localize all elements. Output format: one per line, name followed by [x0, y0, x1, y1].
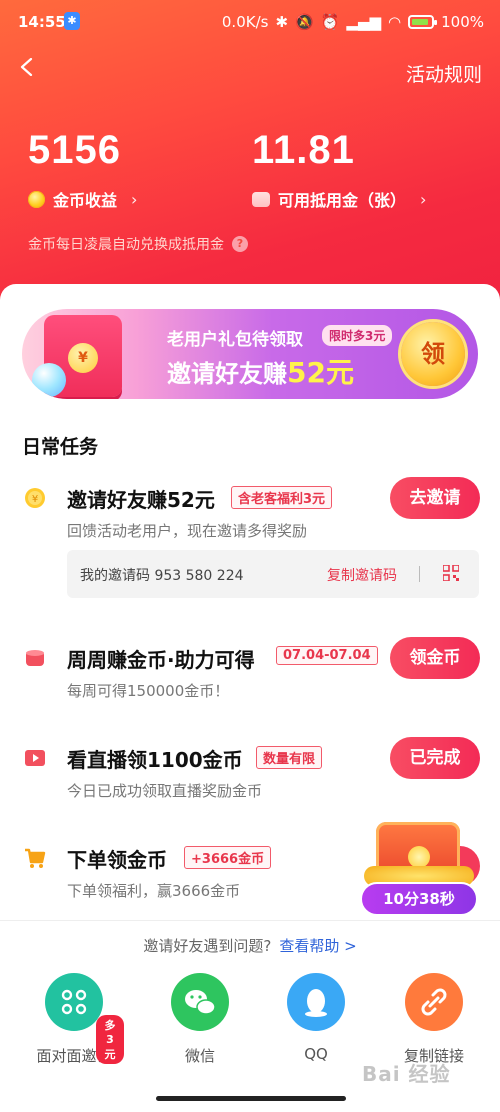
wechat-icon — [171, 973, 229, 1031]
help-question-icon[interactable]: ? — [232, 236, 248, 252]
completed-button[interactable]: 已完成 — [390, 737, 480, 779]
status-time: 14:55 — [18, 13, 66, 31]
alarm-icon: ⏰ — [320, 13, 340, 31]
exchange-note-text: 金币每日凌晨自动兑换成抵用金 — [28, 237, 224, 253]
task-tag: 含老客福利3元 — [231, 486, 333, 509]
coins-value: 5156 — [28, 128, 121, 172]
countdown-timer: 10分38秒 — [360, 882, 478, 916]
coin-icon — [28, 190, 45, 208]
status-bar: 14:55 ✱ 0.0K/s ✱ 🔕 ⏰ ▂▄▆ ◠ 100% — [0, 0, 500, 44]
task-desc: 每周可得150000金币！ — [67, 682, 230, 700]
claim-button[interactable]: 领 — [401, 322, 465, 386]
play-video-icon — [25, 750, 45, 766]
qr-code-icon[interactable] — [443, 565, 459, 581]
share-wechat[interactable]: 微信 — [150, 973, 250, 1066]
rules-link[interactable]: 活动规则 — [406, 60, 482, 87]
task-title: 看直播领1100金币 — [67, 748, 243, 772]
coins-label: 金币收益 — [53, 191, 118, 210]
bonus-badge: 多3元 — [96, 1015, 124, 1064]
chevron-right-icon: › — [420, 189, 427, 209]
share-label: 微信 — [184, 1047, 215, 1065]
exchange-note: 金币每日凌晨自动兑换成抵用金 ? — [28, 234, 248, 254]
invite-banner[interactable]: ¥ 老用户礼包待领取 限时多3元 邀请好友赚52元 领 — [22, 309, 478, 399]
task-title: 下单领金币 — [67, 848, 167, 872]
battery-percent: 100% — [441, 13, 484, 31]
task-desc: 今日已成功领取直播奖励金币 — [67, 782, 263, 800]
vouchers-value: 11.81 — [252, 128, 355, 172]
bluetooth-app-icon: ✱ — [64, 12, 80, 30]
task-tag: +3666金币 — [184, 846, 272, 869]
nav-bar: 活动规则 — [0, 48, 500, 96]
grid-icon — [45, 973, 103, 1031]
task-desc: 回馈活动老用户，现在邀请多得奖励 — [67, 522, 308, 540]
svg-text:¥: ¥ — [32, 494, 38, 505]
share-qq[interactable]: QQ — [266, 973, 366, 1063]
treasure-chest-widget[interactable]: 10分38秒 — [360, 812, 478, 920]
battery-icon — [408, 15, 438, 29]
watermark: Bai 经验 — [362, 1062, 451, 1086]
divider — [419, 566, 420, 582]
share-label: QQ — [304, 1045, 328, 1063]
banner-line2: 邀请好友赚52元 — [167, 356, 354, 389]
help-link[interactable]: 查看帮助 > — [279, 937, 356, 955]
mute-icon: 🔕 — [295, 13, 314, 31]
coin-stack-icon — [26, 650, 44, 666]
voucher-icon — [252, 191, 270, 207]
vouchers-label: 可用抵用金（张） — [278, 191, 407, 210]
red-envelope-icon: ¥ — [32, 315, 122, 397]
coin-icon: ¥ — [25, 488, 45, 508]
signal-icon: ▂▄▆ — [346, 13, 382, 31]
invite-code-box: 我的邀请码 953 580 224 复制邀请码 — [67, 550, 479, 598]
share-face-to-face[interactable]: 多3元 面对面邀请 — [24, 973, 124, 1066]
help-row: 邀请好友遇到问题? 查看帮助 > — [0, 935, 500, 956]
invite-button[interactable]: 去邀请 — [390, 477, 480, 519]
share-copy-link[interactable]: 复制链接 — [384, 973, 484, 1066]
vouchers-stat[interactable]: 11.81 可用抵用金（张） › — [252, 128, 426, 211]
link-icon — [405, 973, 463, 1031]
task-tag: 数量有限 — [256, 746, 323, 769]
coins-stat[interactable]: 5156 金币收益 › — [28, 128, 137, 211]
back-icon[interactable] — [18, 58, 36, 76]
help-text: 邀请好友遇到问题? — [143, 937, 272, 955]
bluetooth-icon: ✱ — [275, 13, 289, 31]
task-desc: 下单领福利，赢3666金币 — [67, 882, 241, 900]
banner-line1: 老用户礼包待领取 — [167, 330, 303, 350]
shopping-cart-icon — [25, 848, 46, 868]
net-speed: 0.0K/s — [221, 13, 269, 31]
chevron-right-icon: › — [131, 189, 138, 209]
task-title: 邀请好友赚52元 — [67, 488, 215, 512]
task-tag: 07.04-07.04 — [276, 646, 378, 665]
qq-icon — [287, 973, 345, 1031]
banner-amount: 52元 — [287, 356, 354, 389]
copy-code-button[interactable]: 复制邀请码 — [327, 565, 397, 585]
wifi-icon: ◠ — [388, 13, 402, 31]
banner-tag: 限时多3元 — [322, 325, 393, 346]
section-title: 日常任务 — [22, 436, 99, 458]
task-title: 周周赚金币·助力可得 — [67, 648, 255, 672]
home-indicator[interactable] — [156, 1096, 346, 1101]
claim-coins-button[interactable]: 领金币 — [390, 637, 480, 679]
invite-code: 我的邀请码 953 580 224 — [80, 568, 244, 584]
